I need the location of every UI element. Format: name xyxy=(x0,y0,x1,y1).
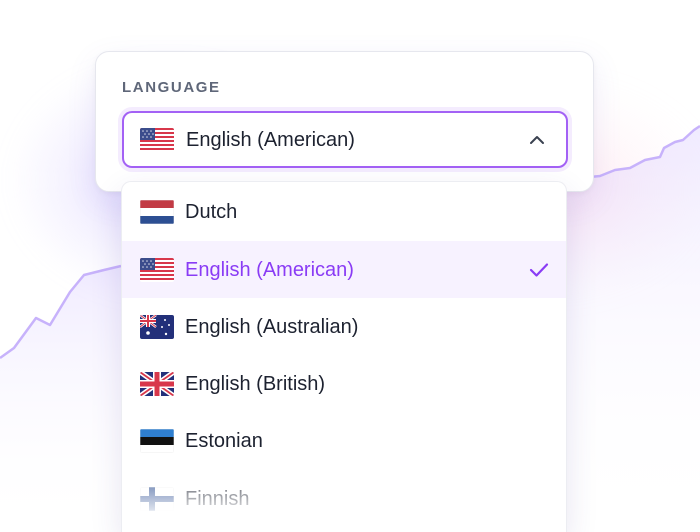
language-option-label: English (British) xyxy=(185,373,326,395)
language-select[interactable]: English (American) xyxy=(122,111,568,168)
language-option-label: English (American) xyxy=(185,259,354,281)
language-option-label: English (Australian) xyxy=(185,316,359,338)
flag-gb-icon xyxy=(140,372,174,396)
language-card: LANGUAGE English (American) xyxy=(95,51,594,192)
language-option-estonian[interactable]: Estonian xyxy=(122,412,566,469)
flag-ee-icon xyxy=(140,429,174,453)
flag-au-icon xyxy=(140,315,174,339)
language-option-label: Dutch xyxy=(185,201,238,223)
flag-fi-icon xyxy=(140,487,174,511)
language-option-label: Finnish xyxy=(185,488,250,510)
language-option-english-american[interactable]: English (American) xyxy=(122,241,566,298)
flag-nl-icon xyxy=(140,200,174,224)
language-dropdown-list: Dutch English (American) English (Austra… xyxy=(121,181,567,532)
flag-us-icon xyxy=(140,258,174,282)
language-label: LANGUAGE xyxy=(122,79,221,96)
flag-us-icon xyxy=(140,128,174,152)
language-option-english-australian[interactable]: English (Australian) xyxy=(122,298,566,355)
chevron-up-icon[interactable] xyxy=(528,133,546,147)
language-option-english-british[interactable]: English (British) xyxy=(122,355,566,412)
language-option-label: Estonian xyxy=(185,430,263,452)
check-icon xyxy=(529,263,549,277)
language-option-finnish[interactable]: Finnish xyxy=(122,470,566,527)
selected-language-value: English (American) xyxy=(186,129,355,151)
language-option-dutch[interactable]: Dutch xyxy=(122,183,566,240)
